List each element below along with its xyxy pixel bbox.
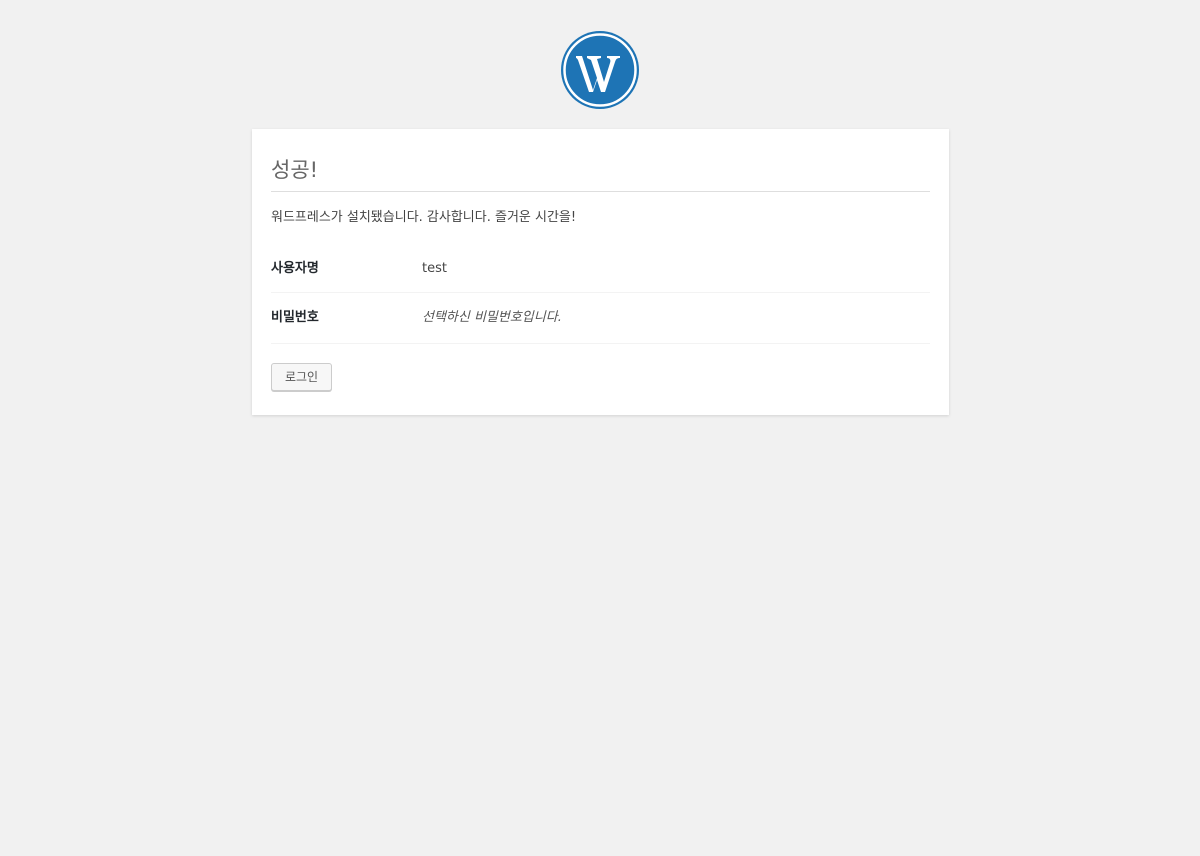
- row-divider: [271, 343, 930, 344]
- password-value: 선택하신 비밀번호입니다.: [422, 310, 562, 325]
- login-button[interactable]: 로그인: [271, 363, 332, 391]
- install-success-panel: 성공! 워드프레스가 설치됐습니다. 감사합니다. 즐거운 시간을! 사용자명 …: [252, 129, 949, 415]
- username-value: test: [422, 261, 447, 276]
- row-divider: [271, 292, 930, 293]
- wordpress-logo-icon: [560, 30, 640, 110]
- title-divider: [271, 191, 930, 192]
- username-label: 사용자명: [271, 261, 319, 276]
- page-title: 성공!: [271, 158, 319, 182]
- password-label: 비밀번호: [271, 310, 319, 325]
- success-message: 워드프레스가 설치됐습니다. 감사합니다. 즐거운 시간을!: [271, 210, 577, 225]
